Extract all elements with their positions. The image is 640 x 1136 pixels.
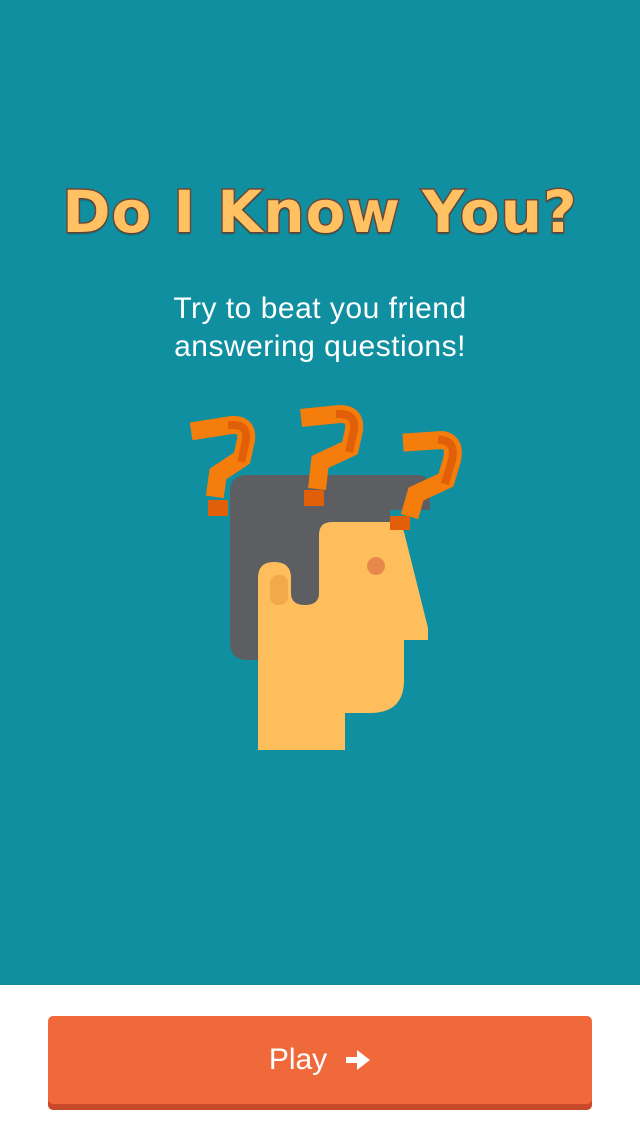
subtitle: Try to beat you friend answering questio… [120, 290, 520, 366]
play-button-label: Play [268, 1043, 328, 1076]
confused-head-icon [189, 400, 470, 760]
play-button[interactable]: Play [48, 1016, 592, 1104]
start-screen: Do I Know You? Try to beat you friend an… [0, 0, 640, 1136]
subtitle-line-2: answering questions! [174, 330, 466, 363]
game-title: Do I Know You? [61, 177, 578, 248]
hero-panel: Do I Know You? Try to beat you friend an… [0, 0, 640, 985]
subtitle-line-1: Try to beat you friend [173, 292, 467, 325]
ear-detail [270, 575, 288, 605]
eye-dot [367, 557, 385, 575]
arrow-right-icon [345, 1047, 371, 1073]
footer-bar: Play [0, 985, 640, 1136]
